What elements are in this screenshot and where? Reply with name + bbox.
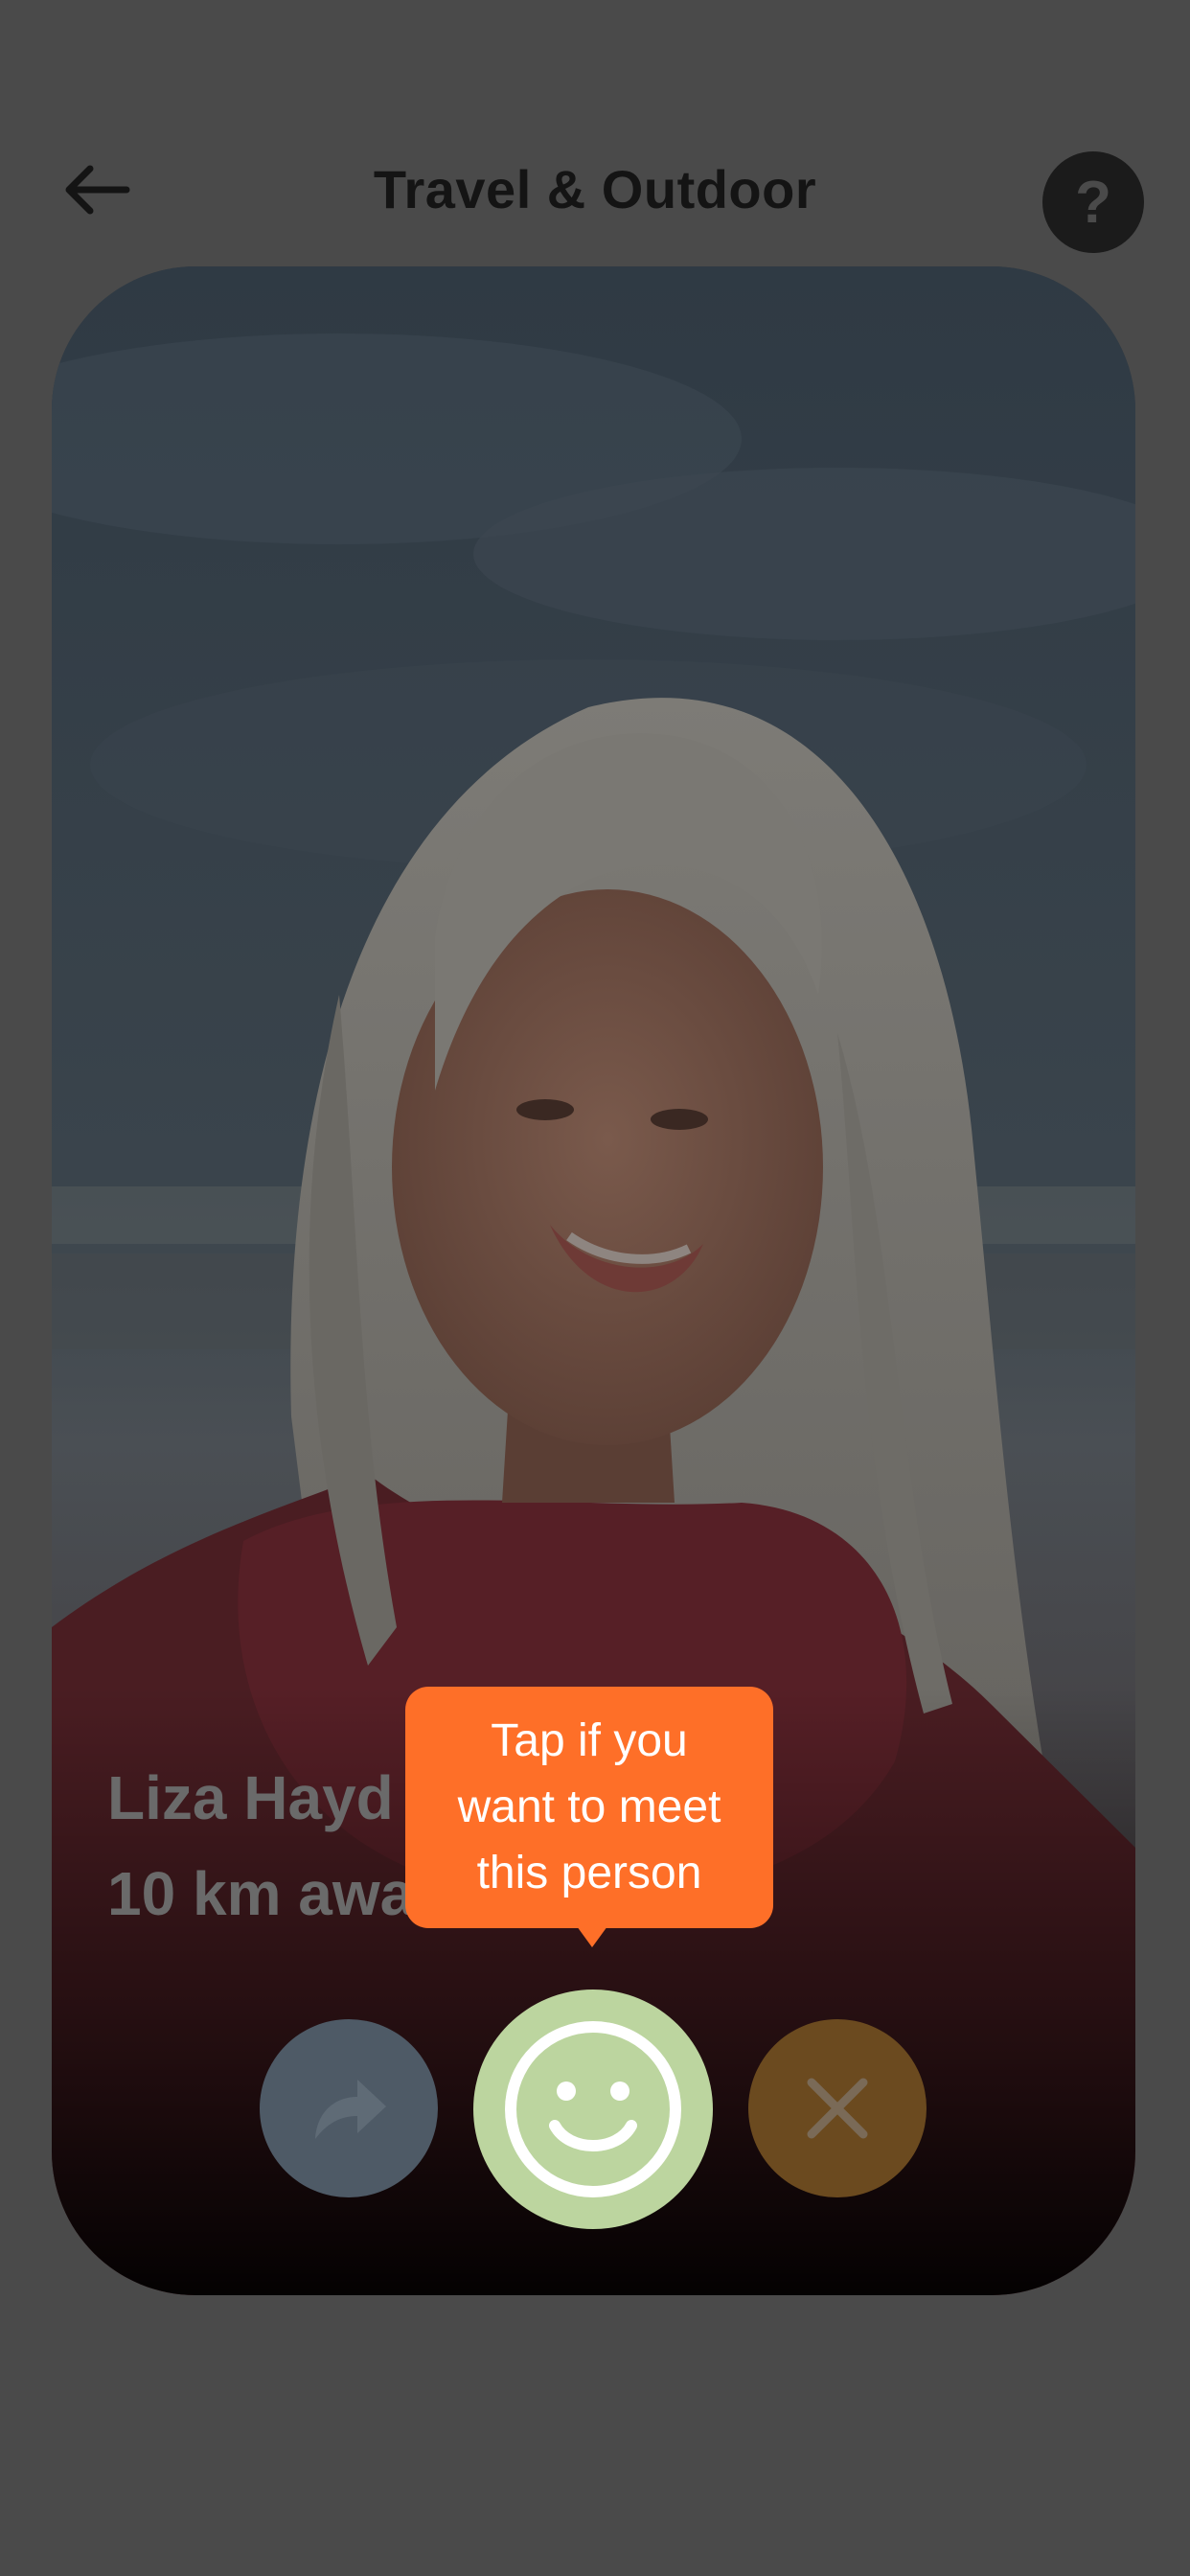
smiley-face-icon bbox=[505, 2021, 681, 2197]
page-title: Travel & Outdoor bbox=[373, 159, 817, 219]
help-button[interactable]: ? bbox=[1042, 151, 1144, 253]
like-tooltip: Tap if you want to meet this person bbox=[405, 1687, 773, 1928]
share-arrow-icon bbox=[315, 2080, 386, 2139]
tooltip-pointer bbox=[577, 1926, 607, 1947]
tooltip-line-3: this person bbox=[476, 1848, 702, 1898]
tooltip-line-2: want to meet bbox=[457, 1782, 721, 1832]
profile-distance: 10 km awa bbox=[107, 1859, 415, 1928]
tooltip-line-1: Tap if you bbox=[491, 1715, 688, 1766]
pass-button[interactable] bbox=[748, 2019, 927, 2197]
top-bar: Travel & Outdoor ? bbox=[0, 0, 1190, 259]
close-x-icon bbox=[807, 2078, 868, 2139]
question-mark-icon: ? bbox=[1075, 169, 1111, 236]
share-button[interactable] bbox=[260, 2019, 438, 2197]
profile-name: Liza Hayd bbox=[107, 1763, 394, 1832]
like-button[interactable] bbox=[473, 1990, 713, 2229]
